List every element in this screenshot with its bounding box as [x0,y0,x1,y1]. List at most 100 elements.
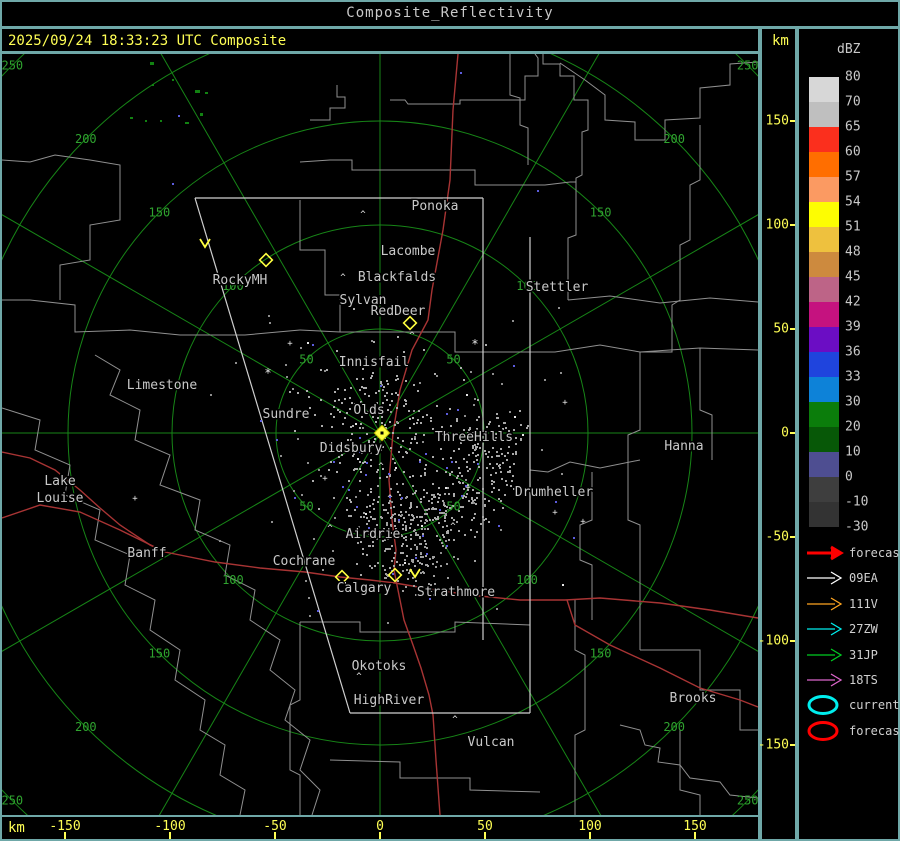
echo-pixel [320,399,322,401]
echo-pixel [431,508,433,510]
echo-pixel [415,490,417,492]
echo-pixel [334,400,336,402]
echo-pixel [415,534,417,536]
right-axis-tick-label: 150 [766,114,789,129]
echo-pixel [219,540,221,542]
echo-pixel [401,535,403,537]
echo-pixel [453,539,455,541]
echo-pixel [386,522,388,524]
echo-pixel [405,497,407,499]
bottom-axis-unit: km [8,820,25,836]
legend-item-27ZW: 27ZW [799,618,900,640]
radar-display[interactable]: 5050505010010010010015015015015020020020… [2,54,758,815]
echo-pixel [334,517,336,519]
bottom-axis-tick [379,832,381,839]
echo-pixel [465,479,467,481]
echo-pixel [429,519,431,521]
echo-pixel [509,470,511,472]
echo-pixel [477,454,479,456]
right-axis-tick [790,744,795,746]
echo-pixel [348,515,350,517]
echo-pixel [505,480,507,482]
dbz-swatch-65-60 [809,127,839,152]
echo-pixel [507,471,509,473]
echo-pixel [464,415,466,417]
echo-pixel [420,475,422,477]
echo-pixel [372,518,374,520]
echo-pixel [423,489,425,491]
echo-pixel [416,516,418,518]
dbz-swatch-39-36 [809,327,839,352]
dbz-scale-value: -10 [845,495,868,510]
echo-pixel [398,451,400,453]
color-scale-panel: dBZ 807065605754514845423936333020100-10… [799,29,900,839]
echo-pixel [427,528,429,530]
ring-distance-label: 200 [663,132,685,146]
echo-pixel [448,539,450,541]
echo-pixel [397,580,399,582]
echo-pixel [426,492,428,494]
echo-pixel [381,517,383,519]
echo-pixel-blue [460,72,462,74]
dbz-swatch-36-33 [809,352,839,377]
echo-pixel [425,464,427,466]
radar-map-canvas[interactable]: 5050505010010010010015015015015020020020… [2,54,758,815]
echo-pixel [432,456,434,458]
city-label: Lacombe [381,244,436,259]
echo-pixel [415,433,417,435]
echo-pixel [402,456,404,458]
echo-pixel [401,514,403,516]
echo-pixel [419,382,421,384]
echo-pixel [444,493,446,495]
echo-pixel [462,482,464,484]
echo-pixel [417,419,419,421]
echo-pixel [512,453,514,455]
echo-pixel [405,403,407,405]
echo-pixel [388,473,390,475]
echo-pixel [433,508,435,510]
echo-pixel [501,383,503,385]
echo-pixel [463,458,465,460]
echo-pixel [506,484,508,486]
echo-pixel [330,461,332,463]
echo-pixel [419,461,421,463]
echo-pixel [520,424,522,426]
echo-pixel [426,509,428,511]
legend-arrow-icon [805,644,845,666]
echo-pixel [466,461,468,463]
echo-pixel [422,416,424,418]
echo-pixel [511,480,513,482]
echo-pixel [475,503,477,505]
echo-pixel [446,531,448,533]
echo-pixel [463,495,465,497]
city-label: Lake [44,474,75,489]
echo-pixel [474,536,476,538]
echo-pixel [419,537,421,539]
echo-pixel [420,572,422,574]
echo-pixel [502,507,504,509]
echo-pixel [322,569,324,571]
echo-pixel [397,437,399,439]
dbz-scale-value: 10 [845,445,861,460]
echo-pixel [356,563,358,565]
city-label: RedDeer [371,304,426,319]
echo-pixel [475,446,477,448]
asterisk-marker: * [471,337,478,351]
echo-pixel [366,523,368,525]
right-axis-tick-label: 50 [773,322,789,337]
echo-pixel [369,565,371,567]
echo-pixel [344,389,346,391]
echo-pixel [479,447,481,449]
echo-pixel [377,562,379,564]
title-bar: Composite_Reflectivity [0,0,900,26]
echo-pixel [271,521,273,523]
map-boundary [300,622,530,632]
echo-pixel [336,471,338,473]
map-boundary [310,85,345,120]
city-label: Vulcan [468,735,515,750]
city-label: Cochrane [273,554,336,569]
echo-pixel [356,468,358,470]
echo-pixel [353,469,355,471]
echo-pixel [369,505,371,507]
echo-pixel [398,519,400,521]
